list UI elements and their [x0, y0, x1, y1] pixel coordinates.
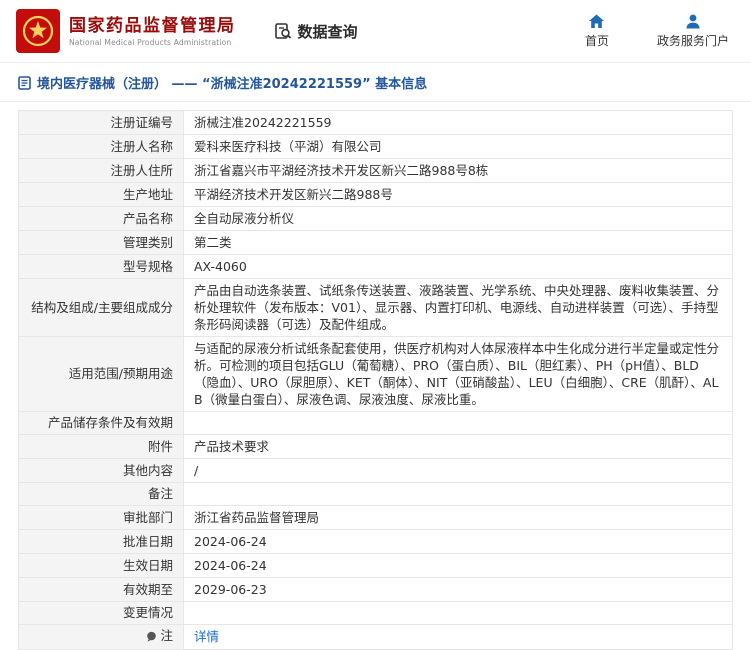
row-change-info: 变更情况 [18, 601, 733, 625]
nav-home-label: 首页 [584, 33, 609, 48]
row-production-address: 生产地址 平湖经济技术开发区新兴二路988号 [18, 182, 733, 207]
row-product-name-label: 产品名称 [18, 206, 184, 231]
row-approval-dept: 审批部门 浙江省药品监督管理局 [18, 505, 733, 530]
row-structure-composition-value: 产品由自动选条装置、试纸条传送装置、液路装置、光学系统、中央处理器、废料收集装置… [183, 278, 733, 337]
nmpa-logo [16, 9, 60, 53]
breadcrumb: 境内医疗器械（注册） —— “浙械注准20242221559” 基本信息 [0, 63, 751, 102]
home-icon [588, 14, 605, 29]
search-doc-icon [274, 22, 292, 40]
row-storage-validity: 产品储存条件及有效期 [18, 411, 733, 435]
row-management-class: 管理类别 第二类 [18, 230, 733, 255]
basic-info-table-wrapper: 注册证编号 浙械注准20242221559 注册人名称 爱科来医疗科技（平湖）有… [0, 102, 751, 650]
org-title-block: 国家药品监督管理局 National Medical Products Admi… [69, 16, 236, 47]
row-note: 注 详情 [18, 624, 733, 650]
row-change-info-value [183, 601, 733, 625]
row-structure-composition-label: 结构及组成/主要组成成分 [18, 278, 184, 337]
row-model-spec-value: AX-4060 [183, 254, 733, 279]
row-storage-validity-label: 产品储存条件及有效期 [18, 411, 184, 435]
row-approval-dept-label: 审批部门 [18, 505, 184, 530]
row-registrant-address-label: 注册人住所 [18, 158, 184, 183]
row-registrant-name: 注册人名称 爱科来医疗科技（平湖）有限公司 [18, 134, 733, 159]
row-attachment-value: 产品技术要求 [183, 434, 733, 459]
row-approval-date: 批准日期 2024-06-24 [18, 529, 733, 554]
row-structure-composition: 结构及组成/主要组成成分 产品由自动选条装置、试纸条传送装置、液路装置、光学系统… [18, 278, 733, 337]
row-approval-dept-value: 浙江省药品监督管理局 [183, 505, 733, 530]
row-intended-use-label: 适用范围/预期用途 [18, 336, 184, 412]
row-registrant-name-label: 注册人名称 [18, 134, 184, 159]
row-effective-date-label: 生效日期 [18, 553, 184, 578]
row-product-name-value: 全自动尿液分析仪 [183, 206, 733, 231]
row-remarks-label: 备注 [18, 482, 184, 506]
document-icon [18, 75, 31, 90]
row-management-class-value: 第二类 [183, 230, 733, 255]
row-cert-no-label: 注册证编号 [18, 110, 184, 135]
org-name-en: National Medical Products Administration [69, 37, 232, 47]
row-expiry-date: 有效期至 2029-06-23 [18, 577, 733, 602]
row-model-spec-label: 型号规格 [18, 254, 184, 279]
row-attachment: 附件 产品技术要求 [18, 434, 733, 459]
row-storage-validity-value [183, 411, 733, 435]
row-other-content-label: 其他内容 [18, 458, 184, 483]
row-effective-date-value: 2024-06-24 [183, 553, 733, 578]
row-intended-use: 适用范围/预期用途 与适配的尿液分析试纸条配套使用，供医疗机构对人体尿液样本中生… [18, 336, 733, 412]
person-icon [685, 14, 701, 29]
nav-gov-service-portal[interactable]: 政务服务门户 [657, 14, 729, 49]
row-note-label: 注 [160, 628, 173, 643]
org-name-cn: 国家药品监督管理局 [69, 15, 236, 36]
china-national-emblem-icon [21, 14, 55, 48]
row-effective-date: 生效日期 2024-06-24 [18, 553, 733, 578]
nav-portal-label: 政务服务门户 [656, 33, 729, 48]
row-production-address-label: 生产地址 [18, 182, 184, 207]
row-expiry-date-value: 2029-06-23 [183, 577, 733, 602]
row-registrant-address-value: 浙江省嘉兴市平湖经济技术开发区新兴二路988号8栋 [183, 158, 733, 183]
row-model-spec: 型号规格 AX-4060 [18, 254, 733, 279]
page-title: 境内医疗器械（注册） —— “浙械注准20242221559” 基本信息 [37, 77, 428, 92]
row-production-address-value: 平湖经济技术开发区新兴二路988号 [183, 182, 733, 207]
note-detail-link[interactable]: 详情 [194, 629, 219, 644]
row-cert-no: 注册证编号 浙械注准20242221559 [18, 110, 733, 135]
row-remarks-value [183, 482, 733, 506]
row-expiry-date-label: 有效期至 [18, 577, 184, 602]
row-registrant-address: 注册人住所 浙江省嘉兴市平湖经济技术开发区新兴二路988号8栋 [18, 158, 733, 183]
row-cert-no-value: 浙械注准20242221559 [183, 110, 733, 135]
row-registrant-name-value: 爱科来医疗科技（平湖）有限公司 [183, 134, 733, 159]
row-change-info-label: 变更情况 [18, 601, 184, 625]
data-query-tab[interactable]: 数据查询 [274, 21, 358, 42]
row-other-content: 其他内容 / [18, 458, 733, 483]
row-remarks: 备注 [18, 482, 733, 506]
basic-info-table: 注册证编号 浙械注准20242221559 注册人名称 爱科来医疗科技（平湖）有… [18, 110, 733, 650]
data-query-label: 数据查询 [297, 22, 358, 41]
row-management-class-label: 管理类别 [18, 230, 184, 255]
row-approval-date-value: 2024-06-24 [183, 529, 733, 554]
note-bubble-icon [146, 631, 157, 642]
row-other-content-value: / [183, 458, 733, 483]
row-product-name: 产品名称 全自动尿液分析仪 [18, 206, 733, 231]
row-attachment-label: 附件 [18, 434, 184, 459]
page-header: 国家药品监督管理局 National Medical Products Admi… [0, 0, 751, 63]
row-approval-date-label: 批准日期 [18, 529, 184, 554]
header-nav: 首页 政务服务门户 [579, 14, 735, 49]
nav-home[interactable]: 首页 [579, 14, 615, 49]
row-intended-use-value: 与适配的尿液分析试纸条配套使用，供医疗机构对人体尿液样本中生化成分进行半定量或定… [183, 336, 733, 412]
